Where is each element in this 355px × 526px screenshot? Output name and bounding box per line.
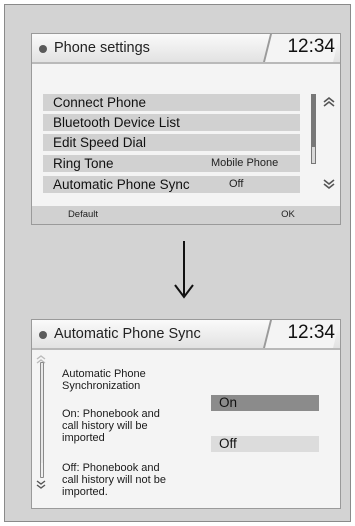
clock: 12:34 [287, 322, 335, 343]
description-line: imported [62, 432, 105, 444]
title-bullet-icon [39, 45, 47, 53]
double-chevron-down-icon[interactable] [322, 178, 336, 190]
description-line: On: Phonebook and [62, 408, 160, 420]
description-line: Automatic Phone [62, 368, 146, 380]
menu-item-connect-phone[interactable]: Connect Phone [43, 94, 300, 111]
scrollbar[interactable] [40, 362, 44, 478]
clock: 12:34 [287, 36, 335, 57]
menu-item-label: Ring Tone [53, 156, 114, 171]
automatic-phone-sync-screen: Automatic Phone Sync 12:34 Automatic Pho… [31, 319, 341, 509]
description-line: call history will not be [62, 474, 166, 486]
option-on-button[interactable]: On [211, 395, 319, 411]
default-button[interactable]: Default [40, 206, 126, 224]
menu-item-label: Bluetooth Device List [53, 115, 180, 130]
description-line: Synchronization [62, 380, 141, 392]
double-chevron-down-icon[interactable] [35, 480, 47, 490]
figure-frame: Phone settings 12:34 Connect Phone Bluet… [4, 4, 351, 522]
auto-sync-value: Off [229, 178, 244, 190]
scroll-up-icon[interactable] [322, 96, 336, 108]
description-line: call history will be [62, 420, 148, 432]
title-bullet-icon [39, 331, 47, 339]
menu-item-ring-tone[interactable]: Ring Tone Mobile Phone [43, 155, 300, 172]
scrollbar-thumb[interactable] [41, 363, 43, 463]
option-off-button[interactable]: Off [211, 436, 319, 452]
ok-button[interactable]: OK [242, 206, 334, 224]
menu-item-edit-speed-dial[interactable]: Edit Speed Dial [43, 134, 300, 151]
menu-item-automatic-phone-sync[interactable]: Automatic Phone Sync Off [43, 176, 300, 193]
title-bar: Automatic Phone Sync 12:34 [32, 320, 340, 350]
menu-item-bluetooth-device-list[interactable]: Bluetooth Device List [43, 114, 300, 131]
scrollbar[interactable] [311, 94, 316, 164]
screen-title: Phone settings [54, 40, 150, 56]
menu-item-label: Automatic Phone Sync [53, 177, 190, 192]
arrow-down-icon [174, 241, 194, 299]
softkey-bar: Default OK [32, 206, 340, 224]
screen-title: Automatic Phone Sync [54, 326, 201, 342]
description-line: Off: Phonebook and [62, 462, 160, 474]
scrollbar-thumb[interactable] [312, 95, 315, 147]
ring-tone-value: Mobile Phone [211, 157, 279, 169]
title-bar: Phone settings 12:34 [32, 34, 340, 64]
menu-item-label: Connect Phone [53, 95, 147, 110]
description-line: imported. [62, 486, 108, 498]
menu-item-label: Edit Speed Dial [53, 135, 147, 150]
phone-settings-screen: Phone settings 12:34 Connect Phone Bluet… [31, 33, 341, 225]
